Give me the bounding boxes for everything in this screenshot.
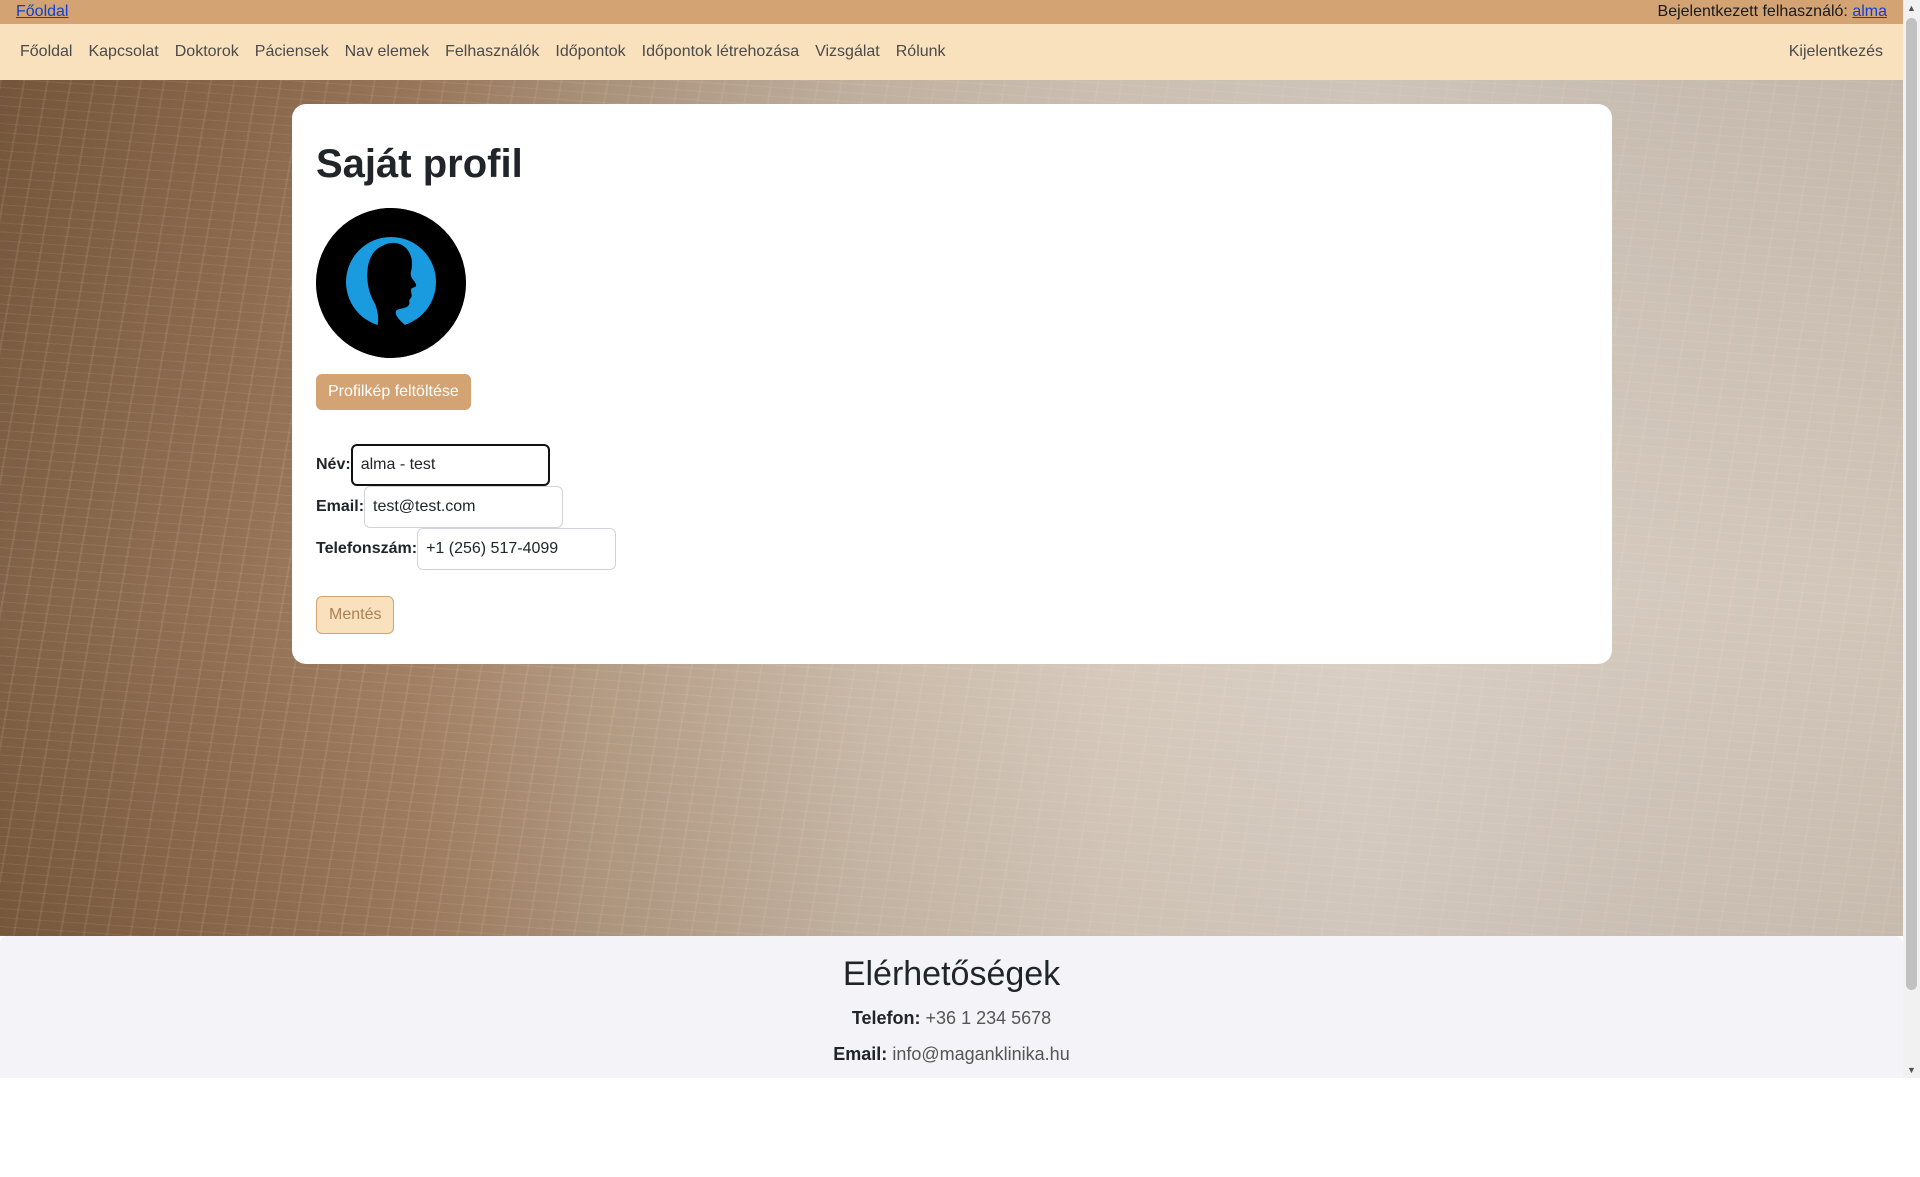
nav-item-rolunk[interactable]: Rólunk: [888, 35, 954, 69]
email-label: Email:: [316, 498, 365, 515]
footer-phone-value: +36 1 234 5678: [925, 1008, 1052, 1028]
phone-row: Telefonszám:: [316, 528, 1588, 570]
vertical-scrollbar[interactable]: ▲ ▼: [1903, 0, 1920, 1078]
email-input[interactable]: [364, 486, 564, 528]
save-button[interactable]: Mentés: [316, 596, 395, 634]
nav-item-kapcsolat[interactable]: Kapcsolat: [80, 35, 166, 69]
scroll-down-arrow-icon[interactable]: ▼: [1903, 1062, 1920, 1078]
profile-card: Saját profil Profilkép feltöltése Név: E…: [292, 104, 1612, 664]
avatar: [316, 208, 466, 358]
scroll-thumb[interactable]: [1906, 18, 1917, 990]
nav-item-idopontok[interactable]: Időpontok: [547, 35, 633, 69]
nav-item-doktorok[interactable]: Doktorok: [167, 35, 247, 69]
footer-email: Email: info@maganklinika.hu: [0, 1042, 1903, 1066]
scroll-up-arrow-icon[interactable]: ▲: [1903, 0, 1920, 16]
nav-links: Főoldal Kapcsolat Doktorok Páciensek Nav…: [12, 35, 954, 69]
top-bar: Főoldal Bejelentkezett felhasználó: alma: [0, 0, 1903, 24]
nav-item-idopontok-letrehozasa[interactable]: Időpontok létrehozása: [634, 35, 807, 69]
main-navbar: Főoldal Kapcsolat Doktorok Páciensek Nav…: [0, 24, 1903, 80]
footer-title: Elérhetőségek: [842, 955, 1061, 993]
contact-footer: Elérhetőségek Telefon: +36 1 234 5678 Em…: [0, 936, 1903, 1078]
nav-item-paciensek[interactable]: Páciensek: [247, 35, 337, 69]
logout-link[interactable]: Kijelentkezés: [1781, 35, 1891, 69]
name-input[interactable]: [350, 444, 550, 486]
footer-phone: Telefon: +36 1 234 5678: [0, 1006, 1903, 1030]
browser-viewport: Főoldal Bejelentkezett felhasználó: alma…: [0, 0, 1903, 1078]
user-silhouette-icon: [316, 208, 466, 358]
nav-item-felhasznalok[interactable]: Felhasználók: [437, 35, 547, 69]
phone-label: Telefonszám:: [316, 540, 418, 557]
footer-email-label: Email:: [833, 1044, 888, 1064]
profile-form: Név: Email: Telefonszám:: [316, 444, 1588, 570]
login-label: Bejelentkezett felhasználó:: [1657, 3, 1848, 20]
upload-profile-picture-button[interactable]: Profilkép feltöltése: [316, 374, 471, 410]
nav-item-nav-elemek[interactable]: Nav elemek: [337, 35, 437, 69]
page-title: Saját profil: [316, 142, 523, 186]
footer-email-value: info@maganklinika.hu: [892, 1044, 1070, 1064]
nav-item-fooldal[interactable]: Főoldal: [12, 35, 80, 69]
footer-phone-label: Telefon:: [851, 1008, 921, 1028]
nav-item-vizsgalat[interactable]: Vizsgálat: [807, 35, 888, 69]
name-label: Név:: [316, 456, 351, 473]
login-info: Bejelentkezett felhasználó: alma: [1658, 3, 1887, 21]
name-row: Név:: [316, 444, 1588, 486]
phone-input[interactable]: [417, 528, 617, 570]
email-row: Email:: [316, 486, 1588, 528]
username-link[interactable]: alma: [1852, 3, 1887, 20]
home-link[interactable]: Főoldal: [16, 3, 68, 21]
